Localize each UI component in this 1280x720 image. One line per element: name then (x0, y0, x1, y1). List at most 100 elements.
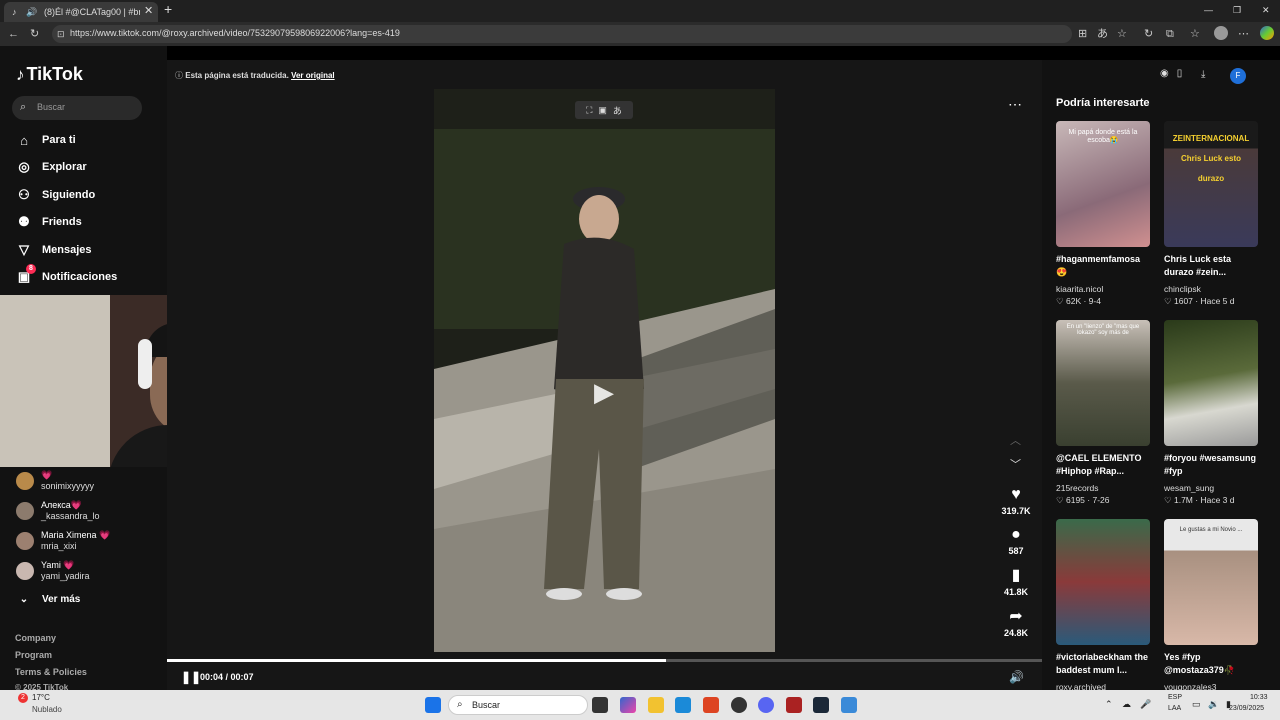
see-more-button[interactable]: ⌄ Ver más (16, 589, 81, 609)
video-card[interactable]: #victoriabeckham the baddest mum I... ro… (1056, 519, 1152, 692)
following-icon: ⚇ (18, 187, 30, 202)
copilot-app-icon[interactable] (620, 697, 636, 713)
app-w-icon[interactable] (703, 697, 719, 713)
close-tab-icon[interactable]: ✕ (144, 5, 153, 17)
following-name: Алекса💗 (41, 500, 83, 510)
tray-app-icon[interactable]: ☁ (1122, 699, 1131, 710)
notepad-icon[interactable] (841, 697, 857, 713)
volume-icon[interactable]: 🔊 (1009, 670, 1024, 684)
comment-button[interactable]: ● 587 (998, 526, 1034, 556)
profile-avatar[interactable] (1214, 26, 1228, 40)
nav-notificaciones[interactable]: ▣ 8 Notificaciones (16, 264, 118, 287)
footer-link-terms[interactable]: Terms & Policies (15, 667, 87, 677)
discord-icon[interactable] (758, 697, 774, 713)
following-item[interactable]: Maria Ximena 💗 mria_xixi (16, 529, 164, 557)
chevron-up-icon[interactable]: ︿ (1010, 432, 1021, 448)
following-name: 💗 (41, 470, 53, 480)
favorites-icon[interactable]: ☆ (1190, 27, 1200, 41)
edge-icon[interactable] (675, 697, 691, 713)
video-card[interactable]: Mi papá donde está la escoba😭 #haganmemf… (1056, 121, 1152, 307)
nav-para-ti[interactable]: ⌂ Para ti (16, 130, 76, 150)
steam-icon[interactable] (813, 697, 829, 713)
video-player[interactable] (434, 89, 775, 652)
favorite-star-icon[interactable]: ☆ (1117, 27, 1127, 41)
close-window-icon[interactable]: ✕ (1262, 4, 1270, 16)
translate-icon[interactable]: あ (1097, 27, 1108, 41)
play-icon[interactable]: ▶ (594, 377, 622, 407)
reload-icon[interactable]: ↻ (30, 27, 39, 41)
video-frame (434, 89, 775, 652)
pip-icon[interactable]: ▣ (598, 105, 607, 116)
browser-tab[interactable]: ♪ 🔊 (8)Él #@CLATag00 | #bradp ✕ (4, 2, 158, 22)
search-input[interactable]: ⌕ Buscar (12, 96, 142, 120)
video-card[interactable]: En un "lienzo" de "mas que lokazo" soy m… (1056, 320, 1152, 506)
user-avatar[interactable]: F (1230, 68, 1246, 84)
download-icon[interactable]: ⤓ (1201, 69, 1205, 80)
like-button[interactable]: ♥ 319.7K (998, 486, 1034, 516)
new-tab-icon[interactable]: + (164, 2, 172, 16)
video-card[interactable]: ZEINTERNACIONAL Chris Luck esto durazo C… (1164, 121, 1260, 307)
following-item[interactable]: 💗 sonimixyyyyy (16, 469, 164, 497)
clock-time[interactable]: 10:33 (1250, 694, 1268, 701)
extensions-icon[interactable]: ⧉ (1166, 27, 1174, 41)
chevron-down-nav-icon[interactable]: ﹀ (1010, 456, 1021, 472)
file-explorer-icon[interactable] (648, 697, 664, 713)
heart-icon: ♥ (1011, 486, 1021, 503)
compass-tool-icon[interactable]: ◉ (1160, 68, 1169, 84)
following-name: Maria Ximena 💗 (41, 530, 111, 540)
pause-icon[interactable]: ❚❚ (181, 670, 201, 684)
windows-taskbar: 2 17°C Nublado ⌕ Buscar ⌃ ☁ 🎤 ESP LAA ▭ … (0, 690, 1280, 720)
windows-start-icon[interactable] (425, 697, 441, 713)
video-card[interactable]: Le gustas a mi Novio ... Yes #fyp @mosta… (1164, 519, 1260, 692)
lang-esp[interactable]: ESP (1168, 694, 1182, 701)
video-time: 00:04 / 00:07 (200, 672, 254, 682)
footer-link-program[interactable]: Program (15, 650, 52, 660)
card-user: 215records (1056, 483, 1099, 493)
maximize-icon[interactable]: ❐ (1233, 4, 1241, 16)
save-button[interactable]: ▮ 41.8K (998, 567, 1034, 597)
apps-icon[interactable]: ⊞ (1078, 27, 1087, 41)
obs-icon[interactable] (731, 697, 747, 713)
video-controls: ❚❚ 00:04 / 00:07 🔊 (167, 666, 1042, 690)
volume-tray-icon[interactable]: 🔉 (1208, 699, 1219, 710)
url-field[interactable]: ⊡ https://www.tiktok.com/@roxy.archived/… (52, 25, 1072, 43)
card-user: wesam_sung (1164, 483, 1215, 493)
refresh-icon[interactable]: ↻ (1144, 27, 1153, 41)
nav-label: Notificaciones (42, 271, 118, 283)
card-title: Yes #fyp @mostaza379🥀 (1164, 652, 1236, 675)
nav-siguiendo[interactable]: ⚇ Siguiendo (16, 185, 95, 205)
minimize-icon[interactable]: — (1204, 4, 1213, 16)
game-app-icon[interactable] (786, 697, 802, 713)
footer-link-company[interactable]: Company (15, 633, 56, 643)
following-item[interactable]: Yami 💗 yami_yadira (16, 559, 164, 587)
following-user: mria_xixi (41, 541, 77, 551)
copilot-icon[interactable] (1260, 26, 1274, 40)
network-icon[interactable]: ▭ (1192, 699, 1201, 710)
task-view-icon[interactable] (592, 697, 608, 713)
video-progress-bar[interactable] (167, 659, 1042, 662)
avatar (16, 472, 34, 490)
card-user: kiaarita.nicol (1056, 284, 1104, 294)
tiktok-logo[interactable]: ♪ TikTok (16, 64, 83, 85)
following-item[interactable]: Алекса💗 _kassandra_lo (16, 499, 164, 527)
share-button[interactable]: ➦ 24.8K (998, 608, 1034, 638)
mic-icon[interactable]: 🎤 (1140, 699, 1151, 710)
weather-temp[interactable]: 17°C (32, 693, 50, 702)
translate-video-icon[interactable]: あ (613, 104, 622, 117)
speaker-icon[interactable]: 🔊 (26, 6, 37, 18)
taskbar-search[interactable]: ⌕ Buscar (448, 695, 588, 715)
home-icon: ⌂ (20, 132, 28, 148)
video-thumbnail (1164, 320, 1258, 446)
view-original-link[interactable]: Ver original (291, 71, 335, 80)
back-icon[interactable]: ← (8, 27, 19, 41)
nav-mensajes[interactable]: ▽ Mensajes (16, 240, 92, 260)
video-card[interactable]: #foryou #wesamsung #fyp wesam_sung ♡ 1.7… (1164, 320, 1260, 506)
friends-icon: ⚉ (18, 214, 30, 229)
more-options-icon[interactable]: ⋯ (1008, 96, 1022, 113)
tray-chevron-icon[interactable]: ⌃ (1105, 699, 1113, 710)
more-menu-icon[interactable]: ⋯ (1238, 27, 1249, 41)
nav-explorar[interactable]: ◎ Explorar (16, 157, 86, 177)
device-icon[interactable]: ▯ (1177, 68, 1183, 84)
nav-friends[interactable]: ⚉ Friends (16, 212, 82, 232)
screenshot-icon[interactable]: ⛶ (586, 105, 592, 116)
